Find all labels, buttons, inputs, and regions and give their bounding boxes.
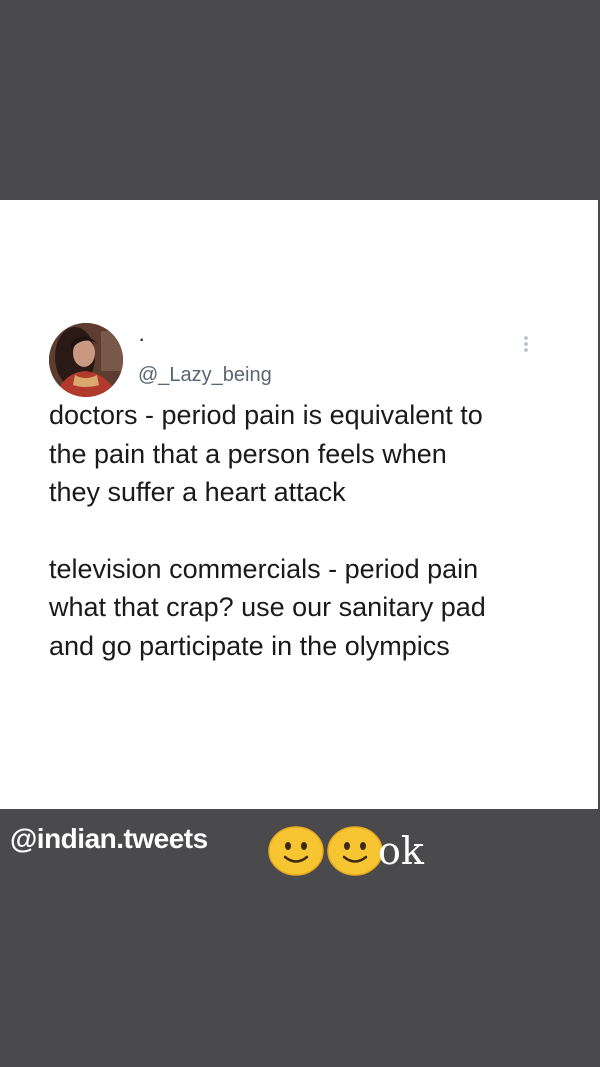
smiling-face-icon — [327, 826, 383, 876]
more-options-icon[interactable] — [518, 334, 534, 356]
user-handle[interactable]: @_Lazy_being — [138, 364, 272, 387]
tweet-card: · @_Lazy_being doctors - period pain is … — [0, 200, 598, 809]
tweet-paragraph: television commercials - period pain wha… — [49, 553, 486, 661]
profile-photo-icon — [49, 323, 123, 397]
sticker-text: ok — [378, 829, 424, 873]
tweet-body: doctors - period pain is equivalent to t… — [49, 396, 589, 665]
smiling-face-icon — [268, 826, 324, 876]
avatar[interactable] — [49, 323, 123, 397]
display-name[interactable]: · — [138, 328, 145, 350]
watermark: @indian.tweets — [10, 823, 208, 854]
sticker: ok — [268, 826, 424, 876]
tweet-paragraph: doctors - period pain is equivalent to t… — [49, 400, 483, 507]
